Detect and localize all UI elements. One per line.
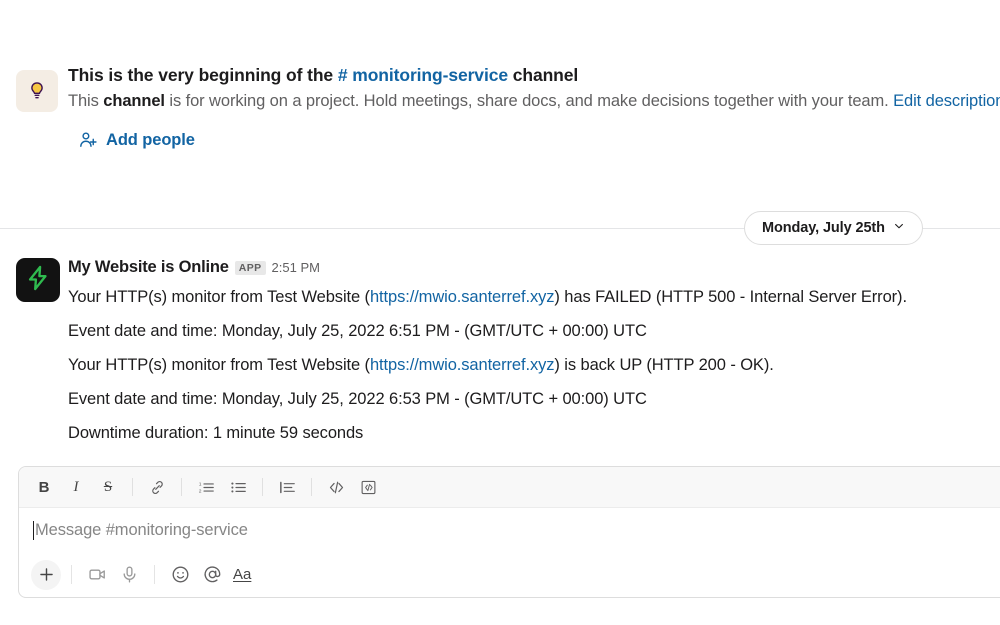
edit-description-link[interactable]: Edit description bbox=[893, 92, 1000, 110]
slack-channel-view: This is the very beginning of the # moni… bbox=[0, 0, 1000, 625]
message-line-3: Your HTTP(s) monitor from Test Website (… bbox=[68, 348, 907, 382]
channel-link-hash[interactable]: # bbox=[338, 65, 352, 85]
description-bold-word: channel bbox=[103, 92, 165, 110]
message-input-placeholder: Message #monitoring-service bbox=[35, 521, 248, 539]
add-people-button[interactable]: Add people bbox=[78, 130, 195, 150]
formatting-toolbar: B I S 1 2 bbox=[19, 467, 1000, 508]
blockquote-icon[interactable] bbox=[272, 473, 302, 501]
toolbar-separator-2 bbox=[181, 478, 182, 496]
toolbar-separator-4 bbox=[311, 478, 312, 496]
message-line-5: Downtime duration: 1 minute 59 seconds bbox=[68, 424, 364, 442]
line-1-prefix: Your HTTP(s) monitor from Test Website ( bbox=[68, 288, 370, 306]
description-part2: is for working on a project. Hold meetin… bbox=[164, 92, 894, 110]
emoji-icon[interactable] bbox=[165, 560, 195, 590]
intro-title-prefix: This is the very beginning of the bbox=[68, 65, 338, 85]
message-author[interactable]: My Website is Online bbox=[68, 258, 229, 277]
person-plus-icon bbox=[78, 130, 98, 150]
monitor-url-link-1[interactable]: https://mwio.santerref.xyz bbox=[370, 288, 555, 306]
add-people-label: Add people bbox=[106, 130, 195, 149]
channel-intro: This is the very beginning of the # moni… bbox=[0, 62, 1000, 155]
line-3-suffix: ) is back UP (HTTP 200 - OK). bbox=[554, 356, 774, 374]
strikethrough-icon[interactable]: S bbox=[93, 473, 123, 501]
svg-text:1: 1 bbox=[198, 481, 201, 487]
message-line-4: Event date and time: Monday, July 25, 20… bbox=[68, 390, 647, 408]
link-icon[interactable] bbox=[142, 473, 172, 501]
italic-icon[interactable]: I bbox=[61, 473, 91, 501]
intro-title-suffix: channel bbox=[507, 65, 579, 85]
channel-link-name[interactable]: monitoring-service bbox=[352, 65, 508, 85]
message-timestamp[interactable]: 2:51 PM bbox=[272, 260, 320, 275]
message-line-2: Event date and time: Monday, July 25, 20… bbox=[68, 322, 647, 340]
message-row: My Website is Online APP 2:51 PM Your HT… bbox=[16, 258, 996, 450]
line-1-suffix: ) has FAILED (HTTP 500 - Internal Server… bbox=[554, 288, 907, 306]
description-part1: This bbox=[68, 92, 104, 110]
lightbulb-icon bbox=[16, 70, 58, 112]
code-block-icon[interactable] bbox=[353, 473, 383, 501]
microphone-icon[interactable] bbox=[114, 560, 144, 590]
composer-action-bar: Aa bbox=[19, 553, 1000, 596]
message-body: My Website is Online APP 2:51 PM Your HT… bbox=[68, 258, 907, 450]
message-input[interactable]: Message #monitoring-service bbox=[19, 508, 1000, 553]
line-3-prefix: Your HTTP(s) monitor from Test Website ( bbox=[68, 356, 370, 374]
date-divider-label: Monday, July 25th bbox=[762, 220, 885, 236]
message-header: My Website is Online APP 2:51 PM bbox=[68, 258, 907, 280]
channel-intro-row: This is the very beginning of the # moni… bbox=[16, 62, 1000, 114]
monitor-url-link-2[interactable]: https://mwio.santerref.xyz bbox=[370, 356, 555, 374]
message-composer: B I S 1 2 Message #monitoring-service Aa bbox=[18, 466, 1000, 598]
plus-icon[interactable] bbox=[31, 559, 61, 590]
text-caret bbox=[33, 521, 34, 540]
bulleted-list-icon[interactable] bbox=[223, 473, 253, 501]
date-divider-pill[interactable]: Monday, July 25th bbox=[744, 211, 923, 245]
channel-intro-title: This is the very beginning of the # moni… bbox=[68, 62, 1000, 88]
toolbar-separator-3 bbox=[262, 478, 263, 496]
avatar[interactable] bbox=[16, 258, 60, 302]
message-line-1: Your HTTP(s) monitor from Test Website (… bbox=[68, 280, 907, 314]
bold-icon[interactable]: B bbox=[29, 473, 59, 501]
ordered-list-icon[interactable]: 1 2 bbox=[191, 473, 221, 501]
action-separator-2 bbox=[154, 565, 155, 584]
video-icon[interactable] bbox=[82, 560, 112, 590]
code-icon[interactable] bbox=[321, 473, 351, 501]
channel-description: This channel is for working on a project… bbox=[68, 89, 1000, 114]
app-badge: APP bbox=[234, 261, 266, 275]
lightning-bolt-icon bbox=[24, 264, 52, 297]
formatting-icon[interactable]: Aa bbox=[229, 566, 255, 583]
toolbar-separator-1 bbox=[132, 478, 133, 496]
mention-icon[interactable] bbox=[197, 560, 227, 590]
channel-intro-text: This is the very beginning of the # moni… bbox=[68, 62, 1000, 114]
chevron-down-icon bbox=[893, 220, 905, 236]
svg-text:2: 2 bbox=[198, 488, 201, 494]
action-separator-1 bbox=[71, 565, 72, 584]
